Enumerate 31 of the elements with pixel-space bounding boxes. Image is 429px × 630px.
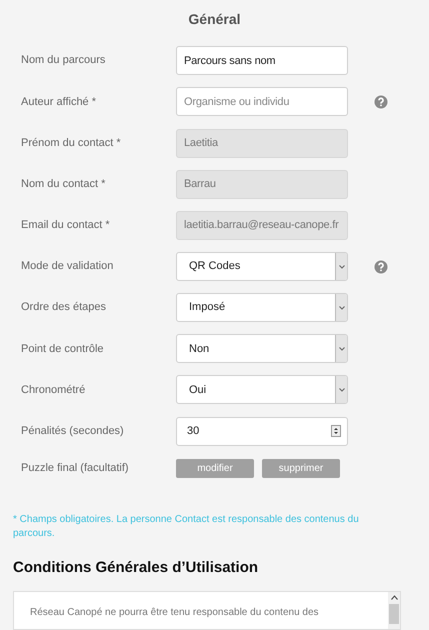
- scroll-up-icon[interactable]: [390, 594, 398, 600]
- chevron-down-icon: [338, 306, 344, 310]
- select-field[interactable]: Imposé: [176, 293, 348, 322]
- field-label: Puzzle final (facultatif): [21, 461, 130, 476]
- terms-heading: Conditions Générales d’Utilisation: [12, 558, 260, 578]
- terms-text: Réseau Canopé ne pourra être tenu responsable du contenu des: [29, 606, 320, 620]
- required-note: * Champs obligatoires. La personne Contact est responsable des contenus du parcours.: [13, 513, 360, 542]
- field-label: Pénalités (secondes): [21, 424, 125, 439]
- field-label: Prénom du contact *: [21, 136, 122, 151]
- text-field[interactable]: Organisme ou individu: [176, 87, 348, 116]
- field-label: Chronométré: [21, 382, 86, 398]
- scrollbar[interactable]: [388, 592, 400, 630]
- chevron-down-icon: [338, 388, 344, 392]
- field-label: Email du contact *: [21, 218, 111, 234]
- number-field[interactable]: 30: [176, 416, 348, 446]
- field-label: Nom du contact *: [21, 176, 106, 192]
- field-label: Mode de validation: [21, 259, 114, 274]
- select-field[interactable]: QR Codes: [176, 252, 348, 282]
- text-field[interactable]: Parcours sans nom: [176, 46, 348, 76]
- field-label: Nom du parcours: [21, 53, 106, 68]
- help-icon[interactable]: [374, 94, 388, 109]
- field-label: Auteur affiché *: [21, 94, 98, 110]
- field-label: Ordre des étapes: [21, 300, 107, 316]
- spinner-icon[interactable]: [331, 425, 341, 438]
- section-title: Général: [188, 10, 241, 27]
- chevron-down-icon: [338, 264, 344, 269]
- chevron-down-icon: [338, 346, 344, 351]
- help-icon[interactable]: [374, 260, 388, 274]
- select-field[interactable]: Oui: [176, 375, 348, 404]
- select-field[interactable]: Non: [176, 334, 348, 364]
- field-label: Point de contrôle: [21, 342, 105, 357]
